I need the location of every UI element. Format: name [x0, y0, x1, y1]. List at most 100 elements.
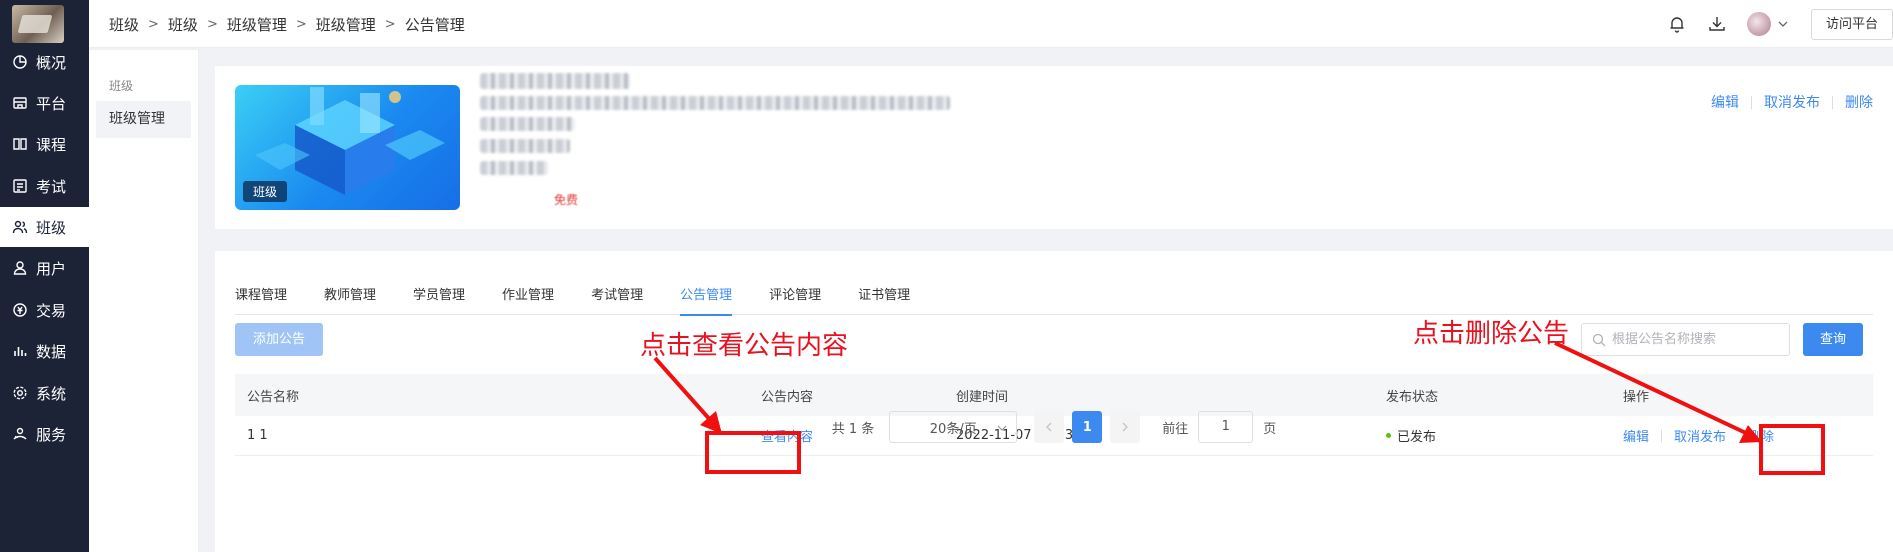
search-icon — [1592, 333, 1606, 346]
breadcrumb-separator-icon: > — [295, 16, 307, 32]
sidebar-item-class[interactable]: 班级 — [0, 207, 89, 247]
divider — [1751, 95, 1752, 109]
add-announcement-button[interactable]: 添加公告 — [235, 323, 323, 356]
sidebar-item-label: 交易 — [36, 301, 67, 320]
management-tabs: 课程管理 教师管理 学员管理 作业管理 考试管理 公告管理 评论管理 证书管理 — [235, 281, 1873, 316]
sidebar-item-label: 课程 — [36, 135, 67, 154]
logo[interactable] — [12, 5, 64, 43]
unpublish-class-link[interactable]: 取消发布 — [1764, 92, 1820, 112]
delete-class-link[interactable]: 删除 — [1845, 92, 1873, 112]
download-icon[interactable] — [1707, 14, 1727, 34]
bell-icon[interactable] — [1667, 14, 1687, 34]
sidebar-item-label: 考试 — [36, 177, 67, 196]
page-size-select[interactable]: 20条/页 — [889, 411, 1018, 443]
page-size-value: 20条/页 — [929, 421, 977, 437]
secondary-menu: 班级 班级管理 — [89, 50, 199, 552]
page-suffix: 页 — [1263, 421, 1277, 437]
class-cover-image: 班级 — [235, 85, 460, 210]
submenu-title: 班级 — [109, 79, 134, 93]
sidebar-item-user[interactable]: 用户 — [0, 248, 89, 288]
sidebar-item-system[interactable]: 系统 — [0, 373, 89, 413]
breadcrumb-separator-icon: > — [384, 16, 396, 32]
chevron-down-icon — [997, 425, 1007, 431]
sidebar-item-label: 概况 — [36, 53, 67, 72]
breadcrumb-item[interactable]: 班级管理 — [316, 14, 376, 35]
main-sidebar: 概况 平台 课程 考试 班级 用户 交易 数据 系统 服务 — [0, 0, 89, 552]
annotation-box-view-content — [705, 431, 801, 474]
breadcrumb-item[interactable]: 班级 — [168, 14, 198, 35]
breadcrumb-separator-icon: > — [206, 16, 218, 32]
tab-comment[interactable]: 评论管理 — [769, 281, 821, 315]
card-actions: 编辑 取消发布 删除 — [1711, 92, 1873, 112]
settings-icon — [12, 385, 28, 401]
tab-announcement[interactable]: 公告管理 — [680, 281, 733, 316]
redacted-meta — [480, 117, 575, 131]
next-page-button[interactable] — [1110, 411, 1141, 443]
redacted-class-desc — [480, 96, 950, 110]
tab-exam[interactable]: 考试管理 — [591, 281, 643, 315]
sidebar-item-overview[interactable]: 概况 — [0, 42, 89, 82]
breadcrumb-item[interactable]: 班级 — [109, 14, 139, 35]
prev-page-button[interactable] — [1034, 411, 1065, 443]
visit-platform-button[interactable]: 访问平台 — [1810, 8, 1893, 40]
redacted-meta — [480, 139, 570, 153]
top-bar: 班级 > 班级 > 班级管理 > 班级管理 > 公告管理 访问平台 — [89, 0, 1893, 48]
avatar[interactable] — [1746, 12, 1771, 36]
column-header: 操作 — [1623, 389, 1650, 405]
annotation-delete: 点击删除公告 — [1413, 319, 1570, 349]
tab-teacher[interactable]: 教师管理 — [324, 281, 376, 315]
breadcrumb-separator-icon: > — [148, 16, 159, 32]
sidebar-item-data[interactable]: 数据 — [0, 331, 89, 371]
store-icon — [12, 95, 28, 111]
sidebar-item-label: 班级 — [36, 218, 67, 237]
search-box — [1581, 323, 1790, 356]
user-icon — [12, 260, 28, 276]
page-number-button[interactable]: 1 — [1072, 411, 1103, 443]
redacted-meta — [480, 161, 548, 175]
edit-class-link[interactable]: 编辑 — [1711, 92, 1739, 112]
free-label: 免费 — [554, 193, 579, 207]
breadcrumb-item[interactable]: 班级管理 — [227, 14, 287, 35]
sidebar-item-exam[interactable]: 考试 — [0, 166, 89, 206]
tab-student[interactable]: 学员管理 — [413, 281, 465, 315]
tab-homework[interactable]: 作业管理 — [502, 281, 554, 315]
pagination: 共 1 条 20条/页 1 前往 1 页 — [215, 411, 1893, 443]
chevron-right-icon — [1122, 422, 1129, 432]
column-header: 公告名称 — [247, 389, 300, 405]
sidebar-item-label: 系统 — [36, 384, 67, 403]
sidebar-item-label: 平台 — [36, 94, 67, 113]
divider — [1832, 95, 1833, 109]
tab-course[interactable]: 课程管理 — [235, 281, 287, 315]
sidebar-item-platform[interactable]: 平台 — [0, 83, 89, 123]
sidebar-item-course[interactable]: 课程 — [0, 124, 89, 164]
total-count: 共 1 条 — [831, 421, 875, 437]
column-header: 公告内容 — [761, 389, 814, 405]
query-button[interactable]: 查询 — [1803, 323, 1863, 356]
redacted-class-title — [480, 73, 630, 89]
tab-certificate[interactable]: 证书管理 — [858, 281, 910, 315]
submenu-item-class-management[interactable]: 班级管理 — [96, 101, 191, 138]
annotation-view-content: 点击查看公告内容 — [640, 331, 849, 361]
sidebar-item-service[interactable]: 服务 — [0, 414, 89, 454]
announcement-panel: 课程管理 教师管理 学员管理 作业管理 考试管理 公告管理 评论管理 证书管理 … — [215, 251, 1893, 552]
breadcrumb: 班级 > 班级 > 班级管理 > 班级管理 > 公告管理 — [109, 0, 465, 48]
breadcrumb-current: 公告管理 — [404, 15, 465, 34]
bar-chart-icon — [12, 343, 28, 359]
sidebar-item-label: 用户 — [36, 259, 67, 278]
annotation-box-delete — [1759, 424, 1825, 475]
column-header: 发布状态 — [1386, 389, 1439, 405]
chevron-left-icon — [1046, 422, 1052, 432]
goto-page-input[interactable]: 1 — [1198, 411, 1254, 443]
goto-label: 前往 — [1162, 421, 1189, 437]
search-input[interactable] — [1612, 332, 1782, 347]
table-header: 公告名称 公告内容 创建时间 发布状态 操作 — [235, 374, 1873, 416]
exam-icon — [12, 178, 28, 194]
pie-chart-icon — [12, 54, 28, 70]
sidebar-item-trade[interactable]: 交易 — [0, 290, 89, 330]
trade-icon — [12, 302, 28, 318]
sidebar-item-label: 数据 — [36, 342, 67, 361]
class-users-icon — [12, 219, 28, 235]
chevron-down-icon[interactable] — [1777, 18, 1789, 30]
top-actions: 访问平台 — [1667, 0, 1893, 48]
sidebar-item-label: 服务 — [36, 425, 67, 444]
